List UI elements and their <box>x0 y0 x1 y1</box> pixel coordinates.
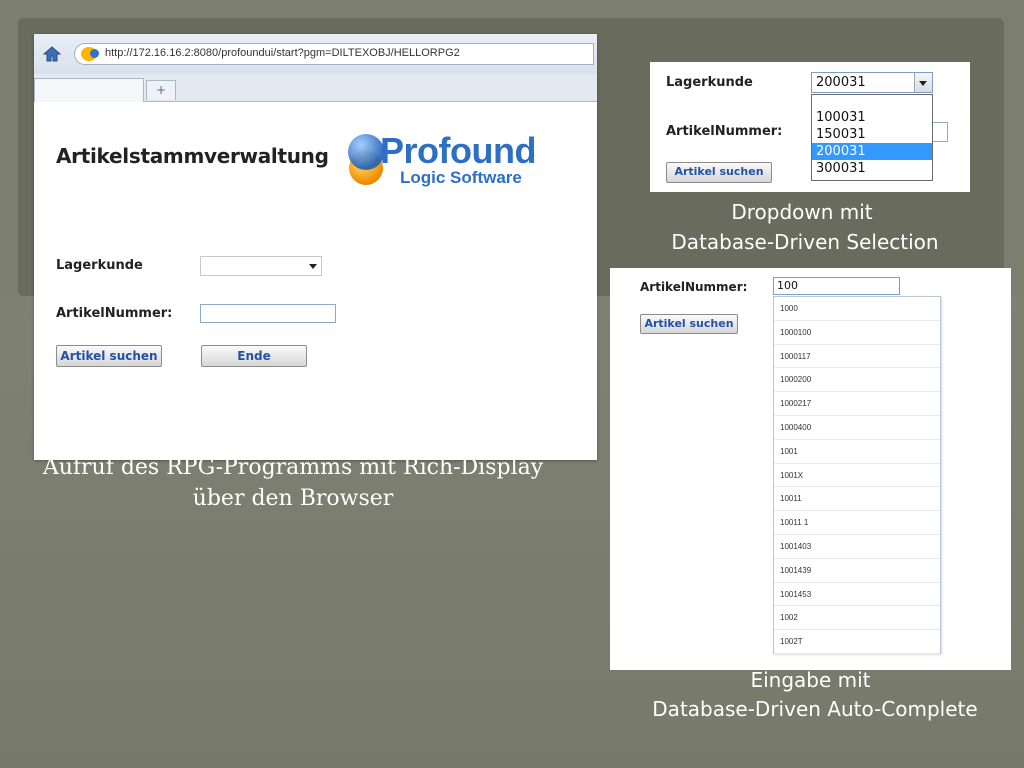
dropdown-artikelnummer-label: ArtikelNummer: <box>666 124 783 139</box>
tab-strip: + <box>34 74 597 102</box>
artikelnummer-input[interactable] <box>200 304 336 323</box>
page-content: Artikelstammverwaltung Profound Logic So… <box>34 102 597 460</box>
autocomplete-artikelnummer-label: ArtikelNummer: <box>640 280 748 294</box>
lagerkunde-select[interactable] <box>200 256 322 276</box>
autocomplete-suggestion[interactable]: 1002 <box>774 606 940 631</box>
browser-caption-line1: Aufruf des RPG-Programms mit Rich-Displa… <box>42 455 544 480</box>
new-tab-button[interactable]: + <box>146 80 176 100</box>
autocomplete-suggestion[interactable]: 1000 <box>774 297 940 321</box>
autocomplete-caption-line1: Eingabe mit <box>750 668 871 692</box>
dropdown-caption-line2: Database-Driven Selection <box>671 230 939 254</box>
autocomplete-suggestion[interactable]: 1000217 <box>774 392 940 416</box>
dropdown-option[interactable]: 300031 <box>812 160 932 177</box>
autocomplete-suggestions-list: 1000 1000100 1000117 1000200 1000217 100… <box>773 296 941 654</box>
chevron-down-icon[interactable] <box>914 73 932 92</box>
autocomplete-artikelnummer-input[interactable]: 100 <box>773 277 900 295</box>
browser-window: http://172.16.16.2:8080/profoundui/start… <box>34 34 597 460</box>
autocomplete-caption-line2: Database-Driven Auto-Complete <box>652 697 978 721</box>
logo-subtitle: Logic Software <box>400 168 522 187</box>
autocomplete-suggestion[interactable]: 10011 1 <box>774 511 940 535</box>
dropdown-panel: Lagerkunde 200031 ArtikelNummer: Artikel… <box>650 62 970 192</box>
browser-tab[interactable] <box>34 78 144 102</box>
dropdown-artikel-suchen-button[interactable]: Artikel suchen <box>666 162 772 183</box>
profound-logo: Profound Logic Software <box>342 130 557 190</box>
site-favicon <box>81 47 99 61</box>
artikelnummer-label: ArtikelNummer: <box>56 306 173 321</box>
dropdown-option-selected[interactable]: 200031 <box>812 143 932 160</box>
autocomplete-suggestion[interactable]: 1001403 <box>774 535 940 559</box>
logo-wordmark: Profound <box>380 130 536 171</box>
autocomplete-suggestion[interactable]: 1000100 <box>774 321 940 345</box>
autocomplete-panel: ArtikelNummer: 100 Artikel suchen 1000 1… <box>610 268 1011 670</box>
dropdown-option[interactable]: 100031 <box>812 109 932 126</box>
dropdown-lagerkunde-label: Lagerkunde <box>666 75 753 90</box>
page-title: Artikelstammverwaltung <box>56 144 329 168</box>
autocomplete-suggestion[interactable]: 1001453 <box>774 583 940 607</box>
ende-button[interactable]: Ende <box>201 345 307 367</box>
autocomplete-suggestion[interactable]: 1001 <box>774 440 940 464</box>
address-bar[interactable]: http://172.16.16.2:8080/profoundui/start… <box>74 43 594 65</box>
dropdown-options-list: 100031 150031 200031 300031 <box>811 94 933 181</box>
dropdown-selected-value: 200031 <box>816 75 866 90</box>
browser-toolbar: http://172.16.16.2:8080/profoundui/start… <box>34 34 597 74</box>
browser-caption-line2: über den Browser <box>192 486 394 511</box>
autocomplete-suggestion[interactable]: 1001X <box>774 464 940 488</box>
lagerkunde-label: Lagerkunde <box>56 258 143 273</box>
home-icon[interactable] <box>42 45 62 63</box>
dropdown-lagerkunde-select[interactable]: 200031 <box>811 72 933 93</box>
autocomplete-suggestion[interactable]: 10011 <box>774 487 940 512</box>
autocomplete-artikel-suchen-button[interactable]: Artikel suchen <box>640 314 738 334</box>
autocomplete-suggestion[interactable]: 1001439 <box>774 559 940 583</box>
autocomplete-suggestion[interactable]: 1000400 <box>774 416 940 440</box>
dropdown-option[interactable]: 150031 <box>812 126 932 143</box>
autocomplete-suggestion[interactable]: 1000200 <box>774 368 940 393</box>
url-text: http://172.16.16.2:8080/profoundui/start… <box>105 47 460 59</box>
chevron-down-icon <box>309 264 317 269</box>
artikel-suchen-button[interactable]: Artikel suchen <box>56 345 162 367</box>
autocomplete-suggestion[interactable]: 1002T <box>774 630 940 654</box>
dropdown-caption-line1: Dropdown mit <box>731 200 873 224</box>
autocomplete-suggestion[interactable]: 1000117 <box>774 345 940 369</box>
autocomplete-input-value: 100 <box>777 279 798 292</box>
